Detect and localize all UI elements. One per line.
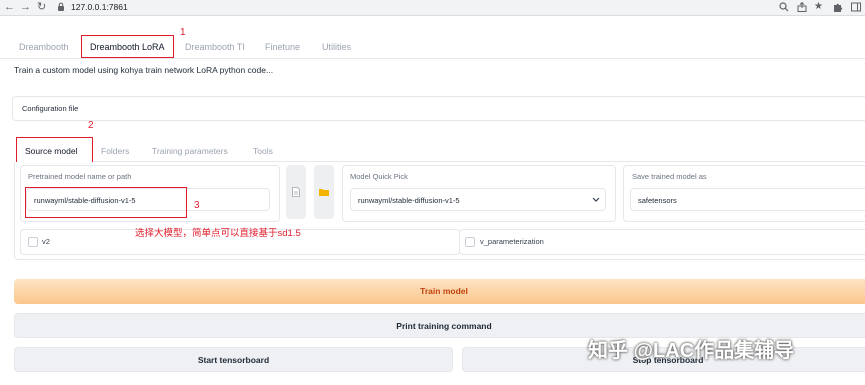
tab-tools[interactable]: Tools <box>253 146 273 156</box>
train-model-button[interactable]: Train model <box>14 279 865 304</box>
page-description: Train a custom model using kohya train n… <box>14 65 274 75</box>
annotation-number-1: 1 <box>180 27 186 38</box>
save-format-label: Save trained model as <box>632 172 707 181</box>
folder-picker-button[interactable] <box>314 165 334 219</box>
tab-training-parameters[interactable]: Training parameters <box>152 146 228 156</box>
print-training-command-button[interactable]: Print training command <box>14 313 865 338</box>
star-icon[interactable]: ★ <box>814 1 823 13</box>
tab-utilities[interactable]: Utilities <box>322 42 351 52</box>
zoom-icon[interactable] <box>779 2 789 12</box>
folder-icon <box>319 189 329 196</box>
tab-divider <box>0 58 865 59</box>
file-picker-button[interactable] <box>286 165 306 219</box>
start-tensorboard-button[interactable]: Start tensorboard <box>14 347 453 372</box>
v-parameterization-label: v_parameterization <box>480 237 544 246</box>
back-icon[interactable]: ← <box>4 1 15 13</box>
pretrained-model-label: Pretrained model name or path <box>28 172 132 181</box>
share-icon[interactable] <box>797 2 807 12</box>
extensions-icon[interactable] <box>833 2 843 12</box>
model-quick-pick-value: runwayml/stable-diffusion-v1-5 <box>358 196 460 205</box>
v2-label: v2 <box>42 237 50 246</box>
tab-folders[interactable]: Folders <box>101 146 129 156</box>
forward-icon[interactable]: → <box>20 1 31 13</box>
annotation-number-3: 3 <box>194 200 200 211</box>
watermark: 知乎 @LAC作品集辅导 <box>588 340 795 362</box>
configuration-panel[interactable] <box>12 96 865 121</box>
file-icon <box>292 187 300 197</box>
annotation-box-3 <box>25 187 187 218</box>
configuration-file-label: Configuration file <box>22 104 79 113</box>
model-quick-pick-label: Model Quick Pick <box>350 172 408 181</box>
reload-icon[interactable]: ↻ <box>37 1 46 13</box>
v-parameterization-checkbox[interactable] <box>465 237 475 247</box>
save-format-value: safetensors <box>638 196 677 205</box>
sidebar-icon[interactable] <box>851 2 861 12</box>
tab-dreambooth[interactable]: Dreambooth <box>19 42 69 52</box>
address-bar[interactable]: 127.0.0.1:7861 <box>71 1 128 13</box>
annotation-box-2 <box>16 137 93 164</box>
annotation-note: 选择大模型，简单点可以直接基于sd1.5 <box>135 228 301 239</box>
tab-finetune[interactable]: Finetune <box>265 42 300 52</box>
annotation-number-2: 2 <box>88 120 94 131</box>
browser-toolbar <box>0 0 865 16</box>
save-format-input[interactable]: safetensors <box>630 188 865 211</box>
site-info-icon[interactable] <box>57 2 65 11</box>
tab-dreambooth-ti[interactable]: Dreambooth TI <box>185 42 245 52</box>
model-quick-pick-select[interactable]: runwayml/stable-diffusion-v1-5 <box>350 188 606 211</box>
chevron-down-icon <box>592 197 600 202</box>
annotation-box-1 <box>81 35 174 58</box>
v2-checkbox[interactable] <box>28 237 38 247</box>
